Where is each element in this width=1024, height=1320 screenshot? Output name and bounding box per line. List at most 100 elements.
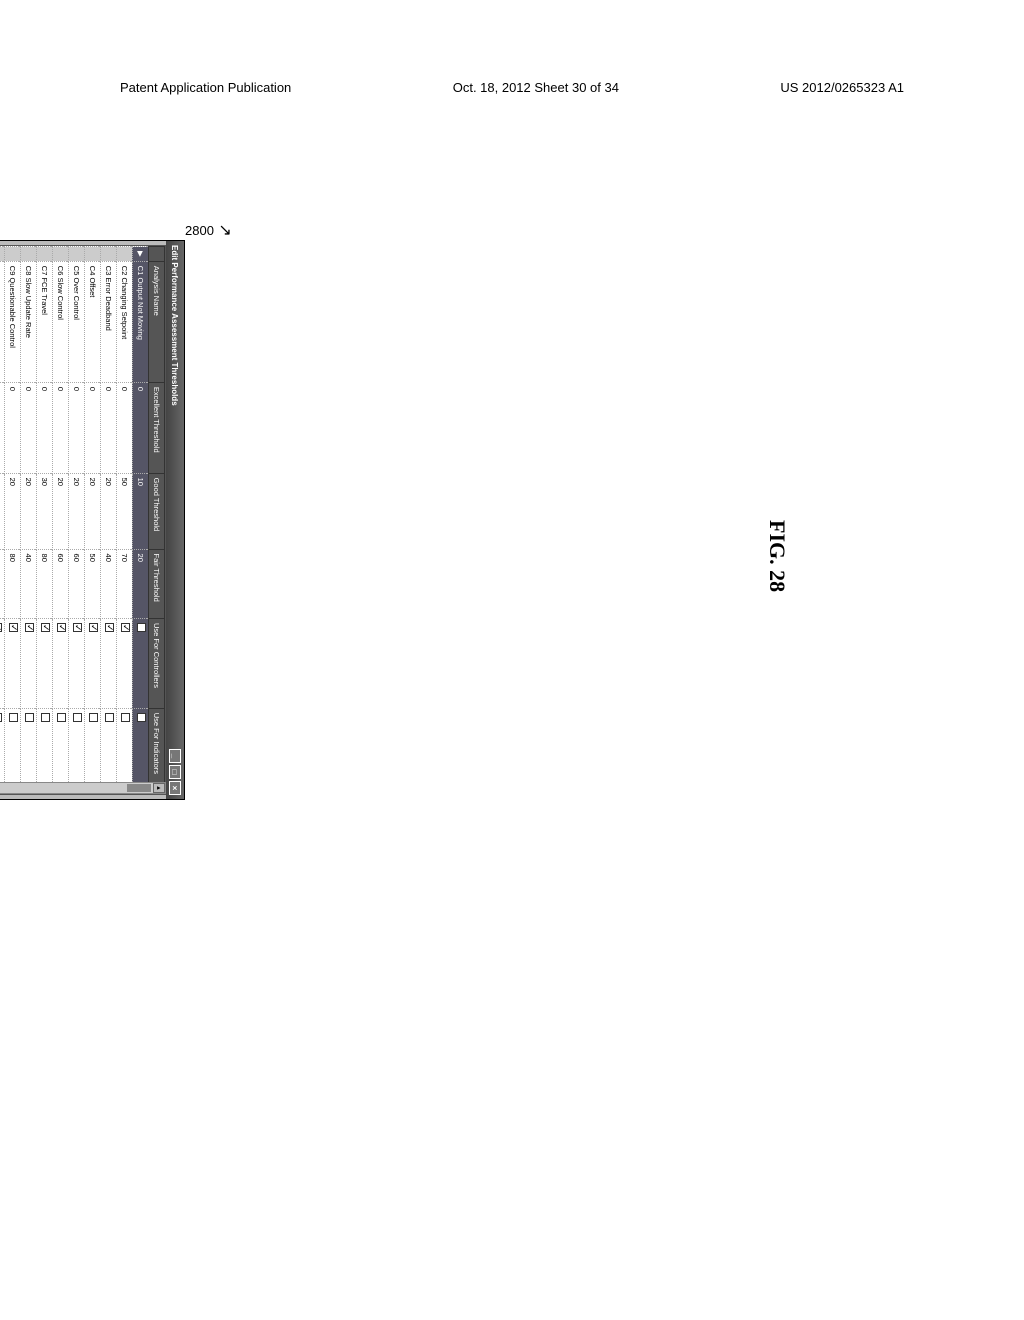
cell-good[interactable]: 20: [53, 473, 69, 549]
cell-fair[interactable]: 60: [69, 549, 85, 618]
vertical-scrollbar[interactable]: ▴ ▾: [0, 782, 166, 794]
checkbox-icon[interactable]: [105, 713, 114, 722]
cell-name[interactable]: C6 Slow Control: [53, 261, 69, 382]
checkbox-icon[interactable]: [137, 623, 146, 632]
checkbox-icon[interactable]: [57, 623, 66, 632]
col-fair[interactable]: Fair Threshold: [149, 549, 165, 618]
cell-good[interactable]: 20: [5, 473, 21, 549]
table-row[interactable]: P1 FCE Out Of Range0520: [0, 247, 5, 794]
table-row[interactable]: C3 Error Deadband02040: [101, 247, 117, 794]
cell-excellent[interactable]: 0: [69, 382, 85, 473]
scroll-up-icon[interactable]: ▴: [153, 783, 165, 793]
cell-name[interactable]: C1 Output Not Moving: [133, 261, 149, 382]
cell-indicators[interactable]: [85, 708, 101, 793]
cell-good[interactable]: 20: [85, 473, 101, 549]
table-row[interactable]: C2 Changing Setpoint05070: [117, 247, 133, 794]
checkbox-icon[interactable]: [25, 713, 34, 722]
cell-indicators[interactable]: [101, 708, 117, 793]
checkbox-icon[interactable]: [73, 623, 82, 632]
cell-fair[interactable]: 50: [85, 549, 101, 618]
checkbox-icon[interactable]: [137, 713, 146, 722]
cell-excellent[interactable]: 0: [117, 382, 133, 473]
checkbox-icon[interactable]: [9, 623, 18, 632]
cell-controllers[interactable]: [53, 618, 69, 708]
maximize-icon[interactable]: □: [169, 765, 181, 779]
cell-name[interactable]: C4 Offset: [85, 261, 101, 382]
cell-controllers[interactable]: [5, 618, 21, 708]
thresholds-grid[interactable]: Analysis Name Excellent Threshold Good T…: [0, 246, 165, 794]
cell-fair[interactable]: 60: [53, 549, 69, 618]
checkbox-icon[interactable]: [41, 623, 50, 632]
cell-controllers[interactable]: [85, 618, 101, 708]
cell-fair[interactable]: 40: [21, 549, 37, 618]
cell-name[interactable]: P1 FCE Out Of Range: [0, 261, 5, 382]
cell-fair[interactable]: 70: [117, 549, 133, 618]
cell-excellent[interactable]: 0: [37, 382, 53, 473]
cell-good[interactable]: 5: [0, 473, 5, 549]
cell-excellent[interactable]: 0: [53, 382, 69, 473]
cell-good[interactable]: 50: [117, 473, 133, 549]
cell-good[interactable]: 10: [133, 473, 149, 549]
col-good[interactable]: Good Threshold: [149, 473, 165, 549]
cell-controllers[interactable]: [21, 618, 37, 708]
table-row[interactable]: C7 FCE Travel03080: [37, 247, 53, 794]
checkbox-icon[interactable]: [0, 623, 2, 632]
cell-name[interactable]: C9 Questionable Control: [5, 261, 21, 382]
table-row[interactable]: C8 Slow Update Rate02040: [21, 247, 37, 794]
cell-name[interactable]: C5 Over Control: [69, 261, 85, 382]
cell-indicators[interactable]: [117, 708, 133, 793]
cell-fair[interactable]: 80: [5, 549, 21, 618]
cell-fair[interactable]: 40: [101, 549, 117, 618]
table-row[interactable]: C9 Questionable Control02080: [5, 247, 21, 794]
cell-indicators[interactable]: [133, 708, 149, 793]
checkbox-icon[interactable]: [89, 713, 98, 722]
col-use-controllers[interactable]: Use For Controllers: [149, 618, 165, 708]
cell-controllers[interactable]: [101, 618, 117, 708]
checkbox-icon[interactable]: [73, 713, 82, 722]
cell-controllers[interactable]: [37, 618, 53, 708]
cell-excellent[interactable]: 0: [133, 382, 149, 473]
cell-good[interactable]: 30: [37, 473, 53, 549]
table-row[interactable]: ▶C1 Output Not Moving01020: [133, 247, 149, 794]
checkbox-icon[interactable]: [121, 713, 130, 722]
cell-excellent[interactable]: 0: [85, 382, 101, 473]
minimize-icon[interactable]: _: [169, 749, 181, 763]
cell-excellent[interactable]: 0: [21, 382, 37, 473]
close-icon[interactable]: ×: [169, 781, 181, 795]
table-row[interactable]: C6 Slow Control02060: [53, 247, 69, 794]
cell-good[interactable]: 20: [69, 473, 85, 549]
cell-indicators[interactable]: [5, 708, 21, 793]
table-row[interactable]: C5 Over Control02060: [69, 247, 85, 794]
col-excellent[interactable]: Excellent Threshold: [149, 382, 165, 473]
cell-indicators[interactable]: [21, 708, 37, 793]
cell-fair[interactable]: 20: [0, 549, 5, 618]
checkbox-icon[interactable]: [89, 623, 98, 632]
checkbox-icon[interactable]: [121, 623, 130, 632]
table-row[interactable]: C4 Offset02050: [85, 247, 101, 794]
cell-name[interactable]: C7 FCE Travel: [37, 261, 53, 382]
cell-excellent[interactable]: 0: [5, 382, 21, 473]
cell-name[interactable]: C3 Error Deadband: [101, 261, 117, 382]
cell-fair[interactable]: 80: [37, 549, 53, 618]
checkbox-icon[interactable]: [25, 623, 34, 632]
cell-name[interactable]: C2 Changing Setpoint: [117, 261, 133, 382]
cell-indicators[interactable]: [53, 708, 69, 793]
checkbox-icon[interactable]: [57, 713, 66, 722]
cell-controllers[interactable]: [0, 618, 5, 708]
cell-controllers[interactable]: [117, 618, 133, 708]
checkbox-icon[interactable]: [9, 713, 18, 722]
col-analysis-name[interactable]: Analysis Name: [149, 261, 165, 382]
cell-controllers[interactable]: [133, 618, 149, 708]
cell-indicators[interactable]: [0, 708, 5, 793]
cell-controllers[interactable]: [69, 618, 85, 708]
title-bar[interactable]: Edit Performance Assessment Thresholds _…: [166, 241, 184, 799]
cell-excellent[interactable]: 0: [101, 382, 117, 473]
cell-name[interactable]: C8 Slow Update Rate: [21, 261, 37, 382]
cell-excellent[interactable]: 0: [0, 382, 5, 473]
scroll-thumb[interactable]: [127, 784, 151, 792]
cell-indicators[interactable]: [69, 708, 85, 793]
cell-fair[interactable]: 20: [133, 549, 149, 618]
cell-indicators[interactable]: [37, 708, 53, 793]
checkbox-icon[interactable]: [41, 713, 50, 722]
col-use-indicators[interactable]: Use For Indicators: [149, 708, 165, 793]
